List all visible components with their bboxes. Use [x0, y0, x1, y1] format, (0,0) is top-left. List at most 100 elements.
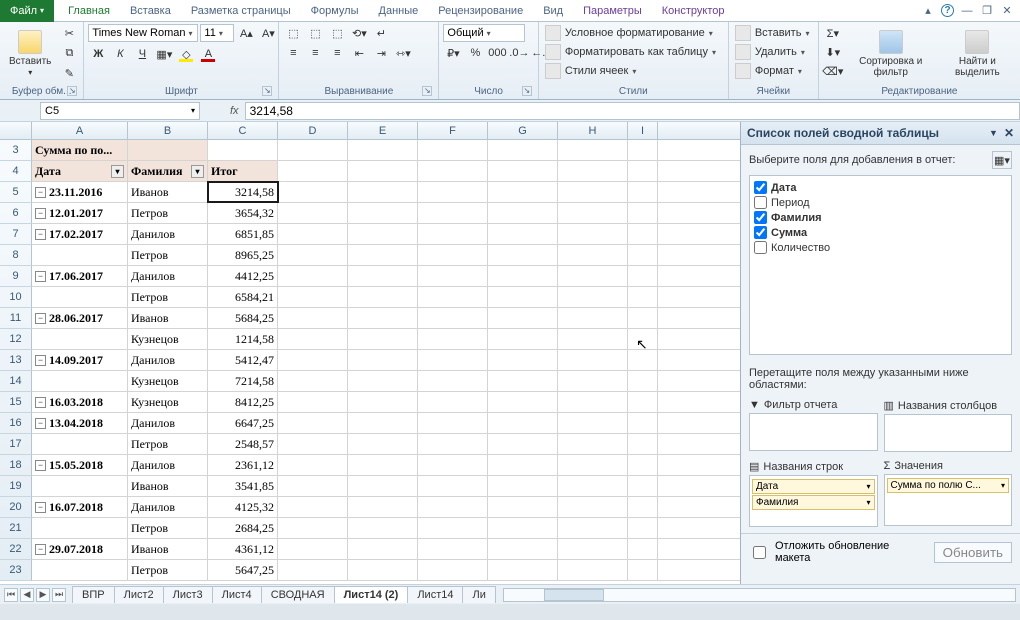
paste-button[interactable]: Вставить▾	[4, 24, 56, 84]
date-cell[interactable]	[32, 371, 128, 391]
decrease-font-button[interactable]: A▾	[258, 24, 278, 42]
area-chip[interactable]: Дата▾	[752, 479, 875, 494]
find-select-button[interactable]: Найти и выделить	[939, 24, 1016, 84]
sheet-tab[interactable]: Ли	[462, 586, 495, 603]
percent-button[interactable]: %	[465, 44, 485, 62]
row-header[interactable]: 22	[0, 539, 32, 560]
sort-filter-button[interactable]: Сортировка и фильтр	[846, 24, 936, 84]
collapse-icon[interactable]: −	[35, 502, 46, 513]
area-chip[interactable]: Сумма по полю С...▾	[887, 478, 1010, 493]
layout-options-button[interactable]: ▦▾	[992, 151, 1012, 169]
col-header[interactable]: E	[348, 122, 418, 139]
row-header[interactable]: 20	[0, 497, 32, 518]
row-header[interactable]: 21	[0, 518, 32, 539]
collapse-icon[interactable]: −	[35, 418, 46, 429]
family-cell[interactable]: Петров	[128, 245, 208, 265]
number-format-combo[interactable]: Общий▾	[443, 24, 525, 42]
field-checkbox[interactable]	[754, 211, 767, 224]
tab-data[interactable]: Данные	[369, 2, 429, 20]
value-cell[interactable]: 2548,57	[208, 434, 278, 454]
collapse-icon[interactable]: −	[35, 208, 46, 219]
tab-home[interactable]: Главная	[58, 2, 120, 20]
wrap-text-button[interactable]: ↵	[371, 24, 391, 42]
date-cell[interactable]	[32, 287, 128, 307]
merge-button[interactable]: ⇿▾	[393, 44, 413, 62]
collapse-icon[interactable]: −	[35, 271, 46, 282]
value-cell[interactable]: 2684,25	[208, 518, 278, 538]
value-cell[interactable]: 2361,12	[208, 455, 278, 475]
collapse-icon[interactable]: −	[35, 313, 46, 324]
value-cell[interactable]: 4125,32	[208, 497, 278, 517]
collapse-icon[interactable]: −	[35, 229, 46, 240]
last-sheet-button[interactable]: ⏭	[52, 588, 66, 602]
border-button[interactable]: ▦▾	[154, 45, 174, 63]
area-filter[interactable]	[749, 413, 878, 451]
dialog-launcher-icon[interactable]: ↘	[67, 86, 77, 96]
row-header[interactable]: 3	[0, 140, 32, 161]
row-header[interactable]: 18	[0, 455, 32, 476]
sheet-tab[interactable]: Лист14	[407, 586, 463, 603]
row-header[interactable]: 4	[0, 161, 32, 182]
field-checkbox[interactable]	[754, 181, 767, 194]
align-bottom-button[interactable]: ⬚	[327, 24, 347, 42]
field-item[interactable]: Фамилия	[752, 210, 1009, 225]
family-cell[interactable]: Петров	[128, 560, 208, 580]
align-top-button[interactable]: ⬚	[283, 24, 303, 42]
font-color-button[interactable]: A	[198, 45, 218, 63]
window-restore-icon[interactable]: ❐	[980, 4, 994, 18]
chevron-down-icon[interactable]: ▼	[989, 128, 998, 138]
date-cell[interactable]: −17.06.2017	[32, 266, 128, 286]
date-cell[interactable]	[32, 245, 128, 265]
col-header[interactable]: G	[488, 122, 558, 139]
field-item[interactable]: Период	[752, 195, 1009, 210]
date-cell[interactable]: −23.11.2016	[32, 182, 128, 202]
field-checkbox[interactable]	[754, 241, 767, 254]
value-cell[interactable]: 7214,58	[208, 371, 278, 391]
collapse-icon[interactable]: −	[35, 460, 46, 471]
value-cell[interactable]: 1214,58	[208, 329, 278, 349]
field-checkbox[interactable]	[754, 226, 767, 239]
pivot-title-cell[interactable]: Сумма по по...	[32, 140, 128, 160]
format-as-table-button[interactable]: Форматировать как таблицу▾	[543, 43, 718, 61]
filter-icon[interactable]: ▾	[191, 165, 204, 178]
row-header[interactable]: 9	[0, 266, 32, 287]
sheet-tab[interactable]: Лист2	[114, 586, 164, 603]
value-cell[interactable]: 4412,25	[208, 266, 278, 286]
date-cell[interactable]	[32, 434, 128, 454]
value-cell[interactable]: 3541,85	[208, 476, 278, 496]
date-cell[interactable]	[32, 329, 128, 349]
area-values[interactable]: Сумма по полю С...▾	[884, 474, 1013, 526]
minimize-ribbon-icon[interactable]: ▴	[921, 4, 935, 18]
sheet-tab[interactable]: ВПР	[72, 586, 115, 603]
collapse-icon[interactable]: −	[35, 397, 46, 408]
dialog-launcher-icon[interactable]: ↘	[262, 86, 272, 96]
sheet-tab[interactable]: Лист4	[212, 586, 262, 603]
update-button[interactable]: Обновить	[934, 542, 1012, 563]
cell-styles-button[interactable]: Стили ячеек▾	[543, 62, 639, 80]
conditional-formatting-button[interactable]: Условное форматирование▾	[543, 24, 715, 42]
pivot-total-header[interactable]: Итог	[208, 161, 278, 181]
row-header[interactable]: 5	[0, 182, 32, 203]
first-sheet-button[interactable]: ⏮	[4, 588, 18, 602]
worksheet[interactable]: A B C D E F G H I 3456789101112131415161…	[0, 122, 740, 584]
col-header[interactable]: F	[418, 122, 488, 139]
autosum-button[interactable]: Σ▾	[823, 24, 843, 42]
family-cell[interactable]: Данилов	[128, 224, 208, 244]
date-cell[interactable]: −12.01.2017	[32, 203, 128, 223]
value-cell[interactable]: 3214,58	[208, 182, 278, 202]
pivot-date-header[interactable]: Дата▾	[32, 161, 128, 181]
sheet-tab[interactable]: СВОДНАЯ	[261, 586, 335, 603]
row-header[interactable]: 13	[0, 350, 32, 371]
tab-page-layout[interactable]: Разметка страницы	[181, 2, 301, 20]
cut-button[interactable]: ✂	[59, 24, 79, 42]
family-cell[interactable]: Петров	[128, 287, 208, 307]
family-cell[interactable]: Петров	[128, 203, 208, 223]
family-cell[interactable]: Кузнецов	[128, 329, 208, 349]
close-icon[interactable]: ✕	[1004, 126, 1014, 140]
format-painter-button[interactable]: ✎	[59, 64, 79, 82]
collapse-icon[interactable]: −	[35, 187, 46, 198]
tab-view[interactable]: Вид	[533, 2, 573, 20]
date-cell[interactable]: −14.09.2017	[32, 350, 128, 370]
date-cell[interactable]: −15.05.2018	[32, 455, 128, 475]
col-header[interactable]: D	[278, 122, 348, 139]
